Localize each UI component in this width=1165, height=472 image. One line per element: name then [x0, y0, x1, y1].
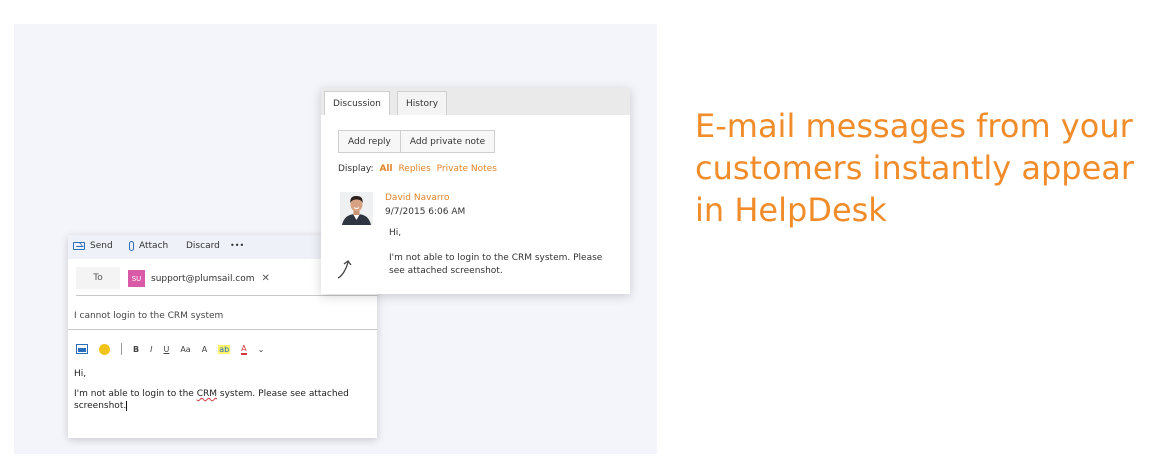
to-button[interactable]: To [76, 267, 120, 289]
divider [68, 329, 377, 330]
display-label: Display: [338, 164, 374, 174]
superscript-button[interactable]: A [202, 345, 207, 354]
filter-private-notes-link[interactable]: Private Notes [437, 164, 497, 174]
more-format-button[interactable]: ⌄ [258, 345, 265, 354]
underline-button[interactable]: U [163, 345, 169, 354]
body-greeting: Hi, [74, 369, 87, 379]
recipient-chip[interactable]: SU support@plumsail.com ✕ [128, 270, 270, 287]
more-icon: ••• [230, 241, 245, 250]
tab-discussion[interactable]: Discussion [324, 91, 390, 115]
font-size-button[interactable]: Aa [180, 345, 190, 354]
add-reply-button[interactable]: Add reply [338, 130, 401, 153]
attach-button[interactable]: Attach [129, 241, 168, 251]
headline-line: E-mail messages from your [695, 107, 1133, 146]
text-cursor [126, 400, 128, 411]
discard-label: Discard [186, 241, 220, 251]
headline: E-mail messages from your customers inst… [695, 105, 1155, 231]
discard-button[interactable]: Discard [186, 241, 220, 251]
attach-label: Attach [139, 241, 169, 251]
message-greeting: Hi, [389, 228, 402, 238]
action-buttons: Add reply Add private note [338, 130, 496, 153]
add-private-note-button[interactable]: Add private note [400, 130, 496, 153]
send-icon [73, 242, 85, 250]
highlight-button[interactable]: ab [218, 344, 231, 354]
recipient-avatar: SU [128, 270, 145, 287]
emoji-icon[interactable] [99, 343, 110, 355]
message-date: 9/7/2015 6:06 AM [385, 207, 466, 217]
send-label: Send [90, 241, 113, 251]
avatar [340, 192, 373, 225]
message-body[interactable]: Hi, I'm not able to login to the CRM sys… [74, 368, 367, 420]
discussion-card: Discussion History Add reply Add private… [321, 88, 630, 294]
insert-image-icon[interactable] [76, 344, 88, 354]
format-toolbar: B I U Aa A ab A ⌄ [76, 342, 275, 356]
filter-all-link[interactable]: All [379, 164, 392, 174]
tab-bar: Discussion History [321, 88, 630, 115]
subject-field[interactable]: I cannot login to the CRM system [74, 311, 223, 321]
recipient-email: support@plumsail.com [151, 273, 255, 284]
italic-button[interactable]: I [150, 345, 152, 354]
avatar-photo-icon [340, 192, 373, 225]
divider [76, 295, 377, 296]
toolbar-separator [121, 343, 122, 355]
bold-button[interactable]: B [133, 345, 139, 354]
paperclip-icon [129, 241, 134, 251]
body-paragraph: I'm not able to login to the CRM system.… [74, 388, 367, 412]
display-filter: Display: All Replies Private Notes [338, 164, 497, 174]
message-text: I'm not able to login to the CRM system.… [389, 253, 603, 276]
font-color-button[interactable]: A [241, 344, 247, 355]
tab-history[interactable]: History [397, 91, 448, 115]
incoming-mail-arrow-icon [336, 258, 360, 284]
headline-line: customers instantly appear [695, 149, 1135, 188]
body-text-part: I'm not able to login to the [74, 389, 197, 399]
illustration-panel: Send Attach Discard ••• To SU support@pl… [14, 24, 657, 454]
send-button[interactable]: Send [73, 241, 113, 251]
body-text-misspelled: CRM [196, 389, 218, 399]
filter-replies-link[interactable]: Replies [398, 164, 430, 174]
remove-recipient-icon[interactable]: ✕ [262, 273, 270, 284]
message-author-link[interactable]: David Navarro [385, 193, 450, 203]
headline-line: in HelpDesk [695, 191, 887, 230]
more-options-button[interactable]: ••• [230, 241, 244, 250]
to-label: To [93, 273, 103, 283]
